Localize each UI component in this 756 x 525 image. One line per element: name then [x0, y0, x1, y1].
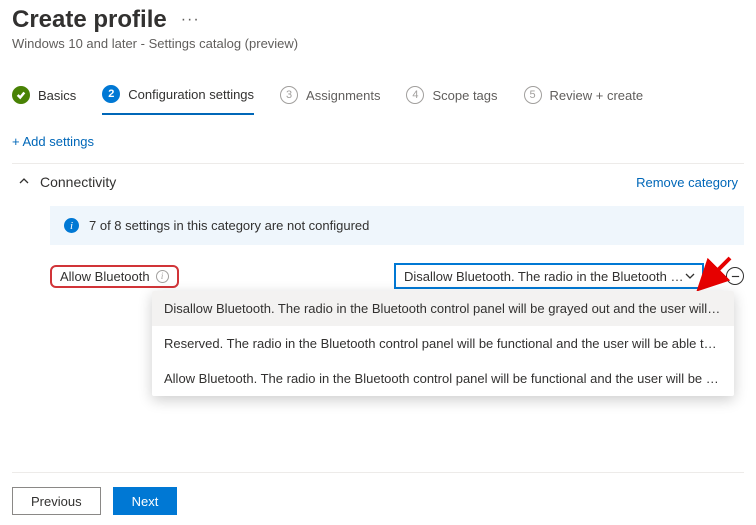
previous-button[interactable]: Previous: [12, 487, 101, 515]
info-icon: i: [64, 218, 79, 233]
info-icon[interactable]: i: [156, 270, 169, 283]
allow-bluetooth-dropdown: Disallow Bluetooth. The radio in the Blu…: [152, 291, 734, 396]
step-label: Assignments: [306, 88, 380, 103]
step-label: Review + create: [550, 88, 644, 103]
dropdown-option[interactable]: Reserved. The radio in the Bluetooth con…: [152, 326, 734, 361]
step-number-icon: 3: [280, 86, 298, 104]
remove-category-link[interactable]: Remove category: [636, 175, 738, 190]
next-button[interactable]: Next: [113, 487, 178, 515]
category-info-banner: i 7 of 8 settings in this category are n…: [50, 206, 744, 245]
more-button[interactable]: ···: [181, 11, 200, 29]
setting-label-allow-bluetooth: Allow Bluetooth i: [50, 265, 179, 288]
allow-bluetooth-select[interactable]: Disallow Bluetooth. The radio in the Blu…: [394, 263, 704, 289]
step-label: Basics: [38, 88, 76, 103]
category-info-text: 7 of 8 settings in this category are not…: [89, 218, 369, 233]
minus-icon: [731, 272, 740, 281]
chevron-down-icon: [684, 270, 696, 282]
select-value: Disallow Bluetooth. The radio in the Blu…: [404, 269, 684, 284]
page-title: Create profile: [12, 6, 167, 34]
add-settings-link[interactable]: + Add settings: [12, 134, 744, 149]
wizard-steps: Basics 2 Configuration settings 3 Assign…: [12, 79, 744, 116]
step-label: Scope tags: [432, 88, 497, 103]
step-number-icon: 4: [406, 86, 424, 104]
remove-setting-button[interactable]: [726, 267, 744, 285]
step-number-icon: 2: [102, 85, 120, 103]
setting-label-text: Allow Bluetooth: [60, 269, 150, 284]
category-title: Connectivity: [40, 174, 116, 190]
dropdown-option[interactable]: Disallow Bluetooth. The radio in the Blu…: [152, 291, 734, 326]
step-basics[interactable]: Basics: [12, 80, 76, 114]
step-review-create[interactable]: 5 Review + create: [524, 80, 644, 114]
check-icon: [12, 86, 30, 104]
step-label: Configuration settings: [128, 87, 254, 102]
step-number-icon: 5: [524, 86, 542, 104]
step-scope-tags[interactable]: 4 Scope tags: [406, 80, 497, 114]
step-configuration-settings[interactable]: 2 Configuration settings: [102, 79, 254, 115]
chevron-up-icon[interactable]: [18, 175, 30, 190]
dropdown-option[interactable]: Allow Bluetooth. The radio in the Blueto…: [152, 361, 734, 396]
page-subtitle: Windows 10 and later - Settings catalog …: [12, 36, 744, 51]
step-assignments[interactable]: 3 Assignments: [280, 80, 380, 114]
